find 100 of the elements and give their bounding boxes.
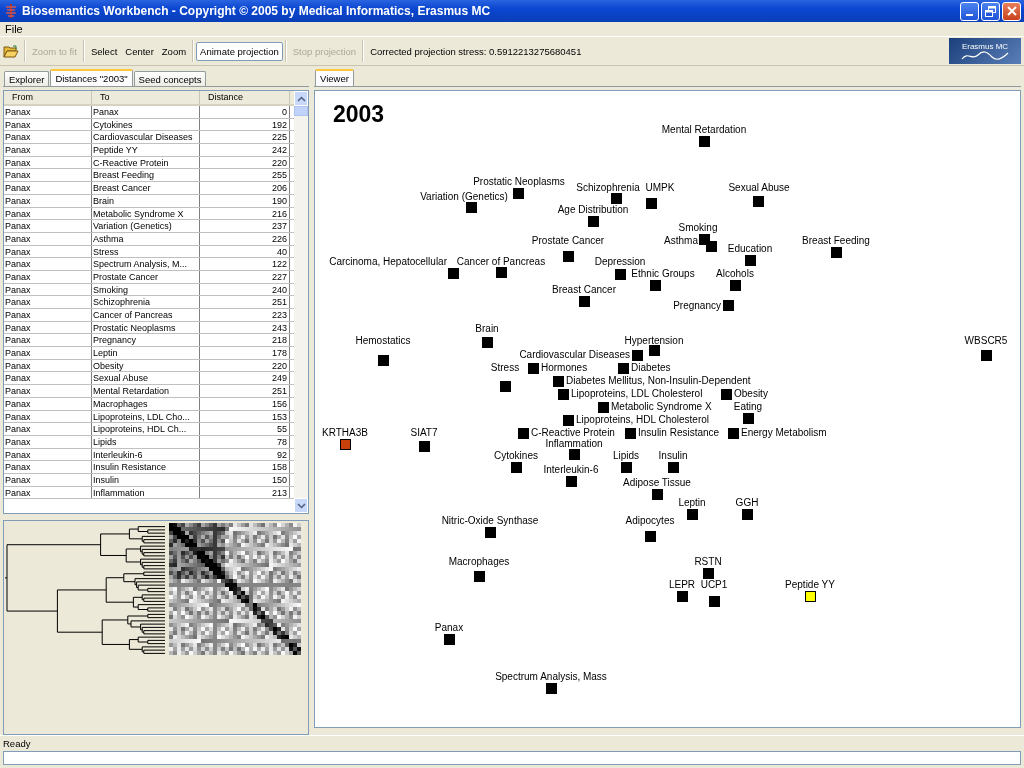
node-marker[interactable] <box>563 415 574 426</box>
node-marker[interactable] <box>632 350 643 361</box>
node-marker[interactable] <box>687 509 698 520</box>
toolbar-button[interactable]: Select <box>86 42 122 60</box>
node-label: Adipocytes <box>625 515 675 526</box>
column-header[interactable]: From <box>4 91 92 104</box>
node-label: Diabetes Mellitus, Non-Insulin-Dependent <box>566 375 751 386</box>
node-marker[interactable] <box>699 136 710 147</box>
node-label: Cytokines <box>494 450 538 461</box>
minimize-button[interactable] <box>960 1 979 21</box>
node-label: Education <box>727 243 773 254</box>
restore-icon <box>985 5 996 17</box>
table-cell: Panax <box>92 106 200 118</box>
toolbar-button[interactable]: Center <box>121 42 158 60</box>
tab[interactable]: Viewer <box>315 69 354 86</box>
node-marker[interactable] <box>745 255 756 266</box>
table-cell: Inflammation <box>92 486 200 499</box>
toolbar-button[interactable]: Zoom <box>157 42 191 60</box>
node-marker[interactable] <box>598 402 609 413</box>
node-marker[interactable] <box>649 345 660 356</box>
node-marker[interactable] <box>668 462 679 473</box>
node-marker[interactable] <box>528 363 539 374</box>
node-label: Variation (Genetics) <box>420 191 508 202</box>
node-marker[interactable] <box>650 280 661 291</box>
node-marker[interactable] <box>448 268 459 279</box>
node-marker[interactable] <box>615 269 626 280</box>
table-cell: 40 <box>200 245 290 258</box>
scroll-thumb[interactable] <box>294 106 308 116</box>
table-cell: 223 <box>200 309 290 321</box>
node-marker[interactable] <box>563 251 574 262</box>
node-marker[interactable] <box>485 527 496 538</box>
node-label: Panax <box>434 622 464 633</box>
node-marker[interactable] <box>721 389 732 400</box>
node-marker[interactable] <box>513 188 524 199</box>
node-marker[interactable] <box>703 568 714 579</box>
node-marker[interactable] <box>588 216 599 227</box>
maximize-button[interactable] <box>981 1 1000 21</box>
node-marker[interactable] <box>706 241 717 252</box>
node-marker[interactable] <box>579 296 590 307</box>
node-marker[interactable] <box>730 280 741 291</box>
column-header[interactable]: Distance <box>200 91 290 104</box>
node-marker[interactable] <box>553 376 564 387</box>
node-marker[interactable] <box>743 413 754 424</box>
close-button[interactable] <box>1002 1 1021 21</box>
table-cell: 153 <box>200 410 290 423</box>
node-marker[interactable] <box>444 634 455 645</box>
table-cell: Panax <box>4 321 92 334</box>
node-marker[interactable] <box>728 428 739 439</box>
node-marker[interactable] <box>831 247 842 258</box>
node-marker[interactable] <box>566 476 577 487</box>
node-marker[interactable] <box>753 196 764 207</box>
logo-text: Erasmus MC <box>961 41 1009 51</box>
node-marker[interactable] <box>340 439 351 450</box>
node-marker[interactable] <box>482 337 493 348</box>
tab[interactable]: Distances "2003" <box>50 69 133 86</box>
node-label: Age Distribution <box>557 204 629 215</box>
node-marker[interactable] <box>466 202 477 213</box>
vertical-scrollbar[interactable] <box>294 91 308 513</box>
open-folder-icon[interactable] <box>0 44 22 58</box>
column-header[interactable]: To <box>92 91 200 104</box>
node-marker[interactable] <box>646 198 657 209</box>
caret-up-icon[interactable] <box>296 95 306 102</box>
node-marker[interactable] <box>618 363 629 374</box>
node-marker[interactable] <box>652 489 663 500</box>
node-marker[interactable] <box>474 571 485 582</box>
node-label: Smoking <box>678 222 718 233</box>
table-cell: Schizophrenia <box>92 296 200 308</box>
node-marker[interactable] <box>558 389 569 400</box>
node-marker[interactable] <box>645 531 656 542</box>
node-marker[interactable] <box>546 683 557 694</box>
node-marker[interactable] <box>511 462 522 473</box>
animate-button[interactable]: Animate projection <box>196 41 283 61</box>
table-cell: Pregnancy <box>92 334 200 347</box>
node-marker[interactable] <box>677 591 688 602</box>
node-marker[interactable] <box>621 462 632 473</box>
tab[interactable]: Seed concepts <box>133 71 207 86</box>
table-cell: Cardiovascular Diseases <box>92 131 200 144</box>
node-marker[interactable] <box>496 267 507 278</box>
node-marker[interactable] <box>500 381 511 392</box>
node-marker[interactable] <box>723 300 734 311</box>
node-label: UCP1 <box>700 579 728 590</box>
node-marker[interactable] <box>742 509 753 520</box>
node-marker[interactable] <box>378 355 389 366</box>
table-cell: Panax <box>4 270 92 283</box>
node-marker[interactable] <box>518 428 529 439</box>
node-label: Stress <box>490 362 520 373</box>
table-cell: 216 <box>200 207 290 220</box>
node-marker[interactable] <box>419 441 430 452</box>
node-marker[interactable] <box>569 449 580 460</box>
status-text: Ready <box>3 737 31 749</box>
tab[interactable]: Explorer <box>4 71 50 86</box>
node-marker[interactable] <box>981 350 992 361</box>
caret-down-icon[interactable] <box>296 502 306 509</box>
node-marker[interactable] <box>805 591 816 602</box>
node-marker[interactable] <box>611 193 622 204</box>
node-marker[interactable] <box>625 428 636 439</box>
node-marker[interactable] <box>709 596 720 607</box>
table-cell: Panax <box>4 118 92 131</box>
menu-item[interactable]: File <box>5 23 23 35</box>
node-label: Diabetes <box>631 362 671 373</box>
